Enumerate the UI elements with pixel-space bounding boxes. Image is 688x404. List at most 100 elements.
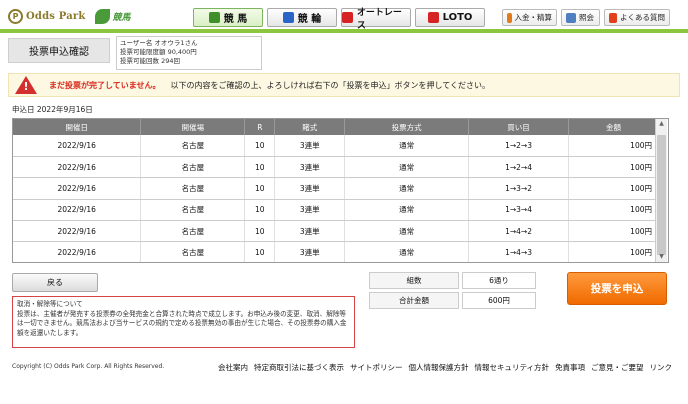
odds-park-logo[interactable]: P Odds Park 競馬 xyxy=(8,6,131,26)
cell-race: 10 xyxy=(244,199,276,222)
footer-link-privacy[interactable]: 個人情報保護方針 xyxy=(409,362,469,373)
cell-venue: 名古屋 xyxy=(140,177,246,200)
loto-icon xyxy=(427,12,439,23)
cell-bet-method: 通常 xyxy=(344,177,470,200)
application-date: 申込日 2022年9月16日 xyxy=(12,105,93,114)
faq-icon xyxy=(609,12,617,23)
cell-combination: 1→2→3 xyxy=(468,135,570,157)
cell-combination: 1→3→4 xyxy=(468,199,570,222)
total-value: 600円 xyxy=(462,292,536,309)
footer-link-security[interactable]: 情報セキュリティ方針 xyxy=(475,362,550,373)
cell-date: 2022/9/16 xyxy=(13,220,142,243)
cell-bet-type: 3連単 xyxy=(274,177,346,200)
notice-title: 取消・解除等について xyxy=(17,300,83,308)
cell-bet-type: 3連単 xyxy=(274,220,346,243)
scrollbar-thumb[interactable] xyxy=(657,135,666,255)
deposit-settle-button[interactable]: 入金・精算 xyxy=(502,9,557,26)
count-label: 組数 xyxy=(369,272,459,289)
cell-amount: 100円 xyxy=(568,220,659,243)
tab-autorace-label: オートレース xyxy=(356,7,402,31)
cancellation-notice: 取消・解除等について 投票は、主催者が発売する投票券の全発売金と合算された時点で… xyxy=(12,296,355,348)
col-header-date: 開催日 xyxy=(13,119,142,135)
logo-keiba-text: 競馬 xyxy=(112,12,131,23)
inquiry-label: 照会 xyxy=(579,13,594,22)
cell-bet-type: 3連単 xyxy=(274,199,346,222)
deposit-icon xyxy=(507,12,512,23)
cell-date: 2022/9/16 xyxy=(13,177,142,200)
tab-keirin[interactable]: 競 輪 xyxy=(267,8,337,27)
cell-bet-method: 通常 xyxy=(344,220,470,243)
table-row: 2022/9/16 名古屋 10 3連単 通常 1→4→3 100円 xyxy=(13,241,659,262)
cell-combination: 1→2→4 xyxy=(468,156,570,179)
deposit-settle-label: 入金・精算 xyxy=(514,13,553,22)
tab-loto-label: LOTO xyxy=(442,12,473,23)
total-label: 合計金額 xyxy=(369,292,459,309)
footer-link-disclaimer[interactable]: 免責事項 xyxy=(555,362,585,373)
footer-link-feedback[interactable]: ご意見・ご要望 xyxy=(591,362,644,373)
user-info-box: ユーザー名 オオウラ1さん 投票可能限度額 90,400円 投票可能回数 294… xyxy=(116,36,262,70)
inquiry-button[interactable]: 照会 xyxy=(561,9,600,26)
cell-venue: 名古屋 xyxy=(140,135,246,157)
footer-links: 会社案内 特定商取引法に基づく表示 サイトポリシー 個人情報保護方針 情報セキュ… xyxy=(218,362,672,373)
bicycle-icon xyxy=(282,12,294,23)
cell-amount: 100円 xyxy=(568,241,659,262)
autorace-icon xyxy=(342,12,353,23)
logo-mark-icon: P xyxy=(8,8,23,24)
cell-race: 10 xyxy=(244,241,276,262)
cell-bet-type: 3連単 xyxy=(274,241,346,262)
page-title: 投票申込確認 xyxy=(8,38,110,63)
copyright: Copyright (C) Odds Park Corp. All Rights… xyxy=(12,363,165,370)
tab-keiba-label: 競 馬 xyxy=(223,14,248,25)
col-header-venue: 開催場 xyxy=(140,119,246,135)
footer-link-company[interactable]: 会社案内 xyxy=(218,362,248,373)
cell-amount: 100円 xyxy=(568,156,659,179)
faq-button[interactable]: よくある質問 xyxy=(604,9,670,26)
cell-bet-method: 通常 xyxy=(344,199,470,222)
cell-date: 2022/9/16 xyxy=(13,135,142,157)
warning-icon-mark: ! xyxy=(23,80,29,93)
table-row: 2022/9/16 名古屋 10 3連単 通常 1→2→4 100円 xyxy=(13,156,659,179)
table-header-row: 開催日 開催場 R 賭式 投票方式 買い目 金額 xyxy=(13,119,659,135)
table-row: 2022/9/16 名古屋 10 3連単 通常 1→3→2 100円 xyxy=(13,177,659,200)
warning-banner: まだ投票が完了していません。 以下の内容をご確認の上、よろしければ右下の「投票を… xyxy=(8,73,680,97)
back-button[interactable]: 戻る xyxy=(12,273,98,292)
cell-bet-method: 通常 xyxy=(344,135,470,157)
keiba-leaf-icon xyxy=(94,8,110,24)
cell-race: 10 xyxy=(244,177,276,200)
cell-venue: 名古屋 xyxy=(140,241,246,262)
col-header-bet-type: 賭式 xyxy=(274,119,346,135)
cell-date: 2022/9/16 xyxy=(13,156,142,179)
col-header-combination: 買い目 xyxy=(468,119,570,135)
tab-keiba[interactable]: 競 馬 xyxy=(193,8,263,27)
warning-text: 以下の内容をご確認の上、よろしければ右下の「投票を申込」ボタンを押してください。 xyxy=(170,80,491,90)
cell-bet-method: 通常 xyxy=(344,156,470,179)
footer-link-site-policy[interactable]: サイトポリシー xyxy=(350,362,403,373)
cell-amount: 100円 xyxy=(568,199,659,222)
cell-venue: 名古屋 xyxy=(140,156,246,179)
scroll-up-arrow-icon[interactable]: ▲ xyxy=(657,120,666,129)
table-row: 2022/9/16 名古屋 10 3連単 通常 1→3→4 100円 xyxy=(13,199,659,222)
cell-combination: 1→4→3 xyxy=(468,241,570,262)
footer-link-tokushoho[interactable]: 特定商取引法に基づく表示 xyxy=(254,362,344,373)
tab-loto[interactable]: LOTO xyxy=(415,8,485,27)
submit-bet-button[interactable]: 投票を申込 xyxy=(567,272,667,305)
cell-amount: 100円 xyxy=(568,135,659,157)
cell-bet-method: 通常 xyxy=(344,241,470,262)
cell-bet-type: 3連単 xyxy=(274,135,346,157)
scroll-down-arrow-icon[interactable]: ▼ xyxy=(657,253,666,262)
table-row: 2022/9/16 名古屋 10 3連単 通常 1→4→2 100円 xyxy=(13,220,659,243)
bet-table-container: 開催日 開催場 R 賭式 投票方式 買い目 金額 2022/9/16 名古屋 10 3… xyxy=(12,118,669,263)
warning-strong-text: まだ投票が完了していません。 xyxy=(49,80,161,90)
count-value: 6通り xyxy=(462,272,536,289)
table-row: 2022/9/16 名古屋 10 3連単 通常 1→2→3 100円 xyxy=(13,135,659,157)
cell-venue: 名古屋 xyxy=(140,220,246,243)
bet-table: 開催日 開催場 R 賭式 投票方式 買い目 金額 2022/9/16 名古屋 10 3… xyxy=(13,119,659,262)
cell-venue: 名古屋 xyxy=(140,199,246,222)
tab-autorace[interactable]: オートレース xyxy=(341,8,411,31)
tab-keirin-label: 競 輪 xyxy=(297,14,322,25)
cell-bet-type: 3連単 xyxy=(274,156,346,179)
horse-icon xyxy=(208,12,220,23)
user-name: ユーザー名 オオウラ1さん xyxy=(120,39,198,47)
faq-label: よくある質問 xyxy=(620,13,665,22)
footer-link-links[interactable]: リンク xyxy=(650,362,673,373)
